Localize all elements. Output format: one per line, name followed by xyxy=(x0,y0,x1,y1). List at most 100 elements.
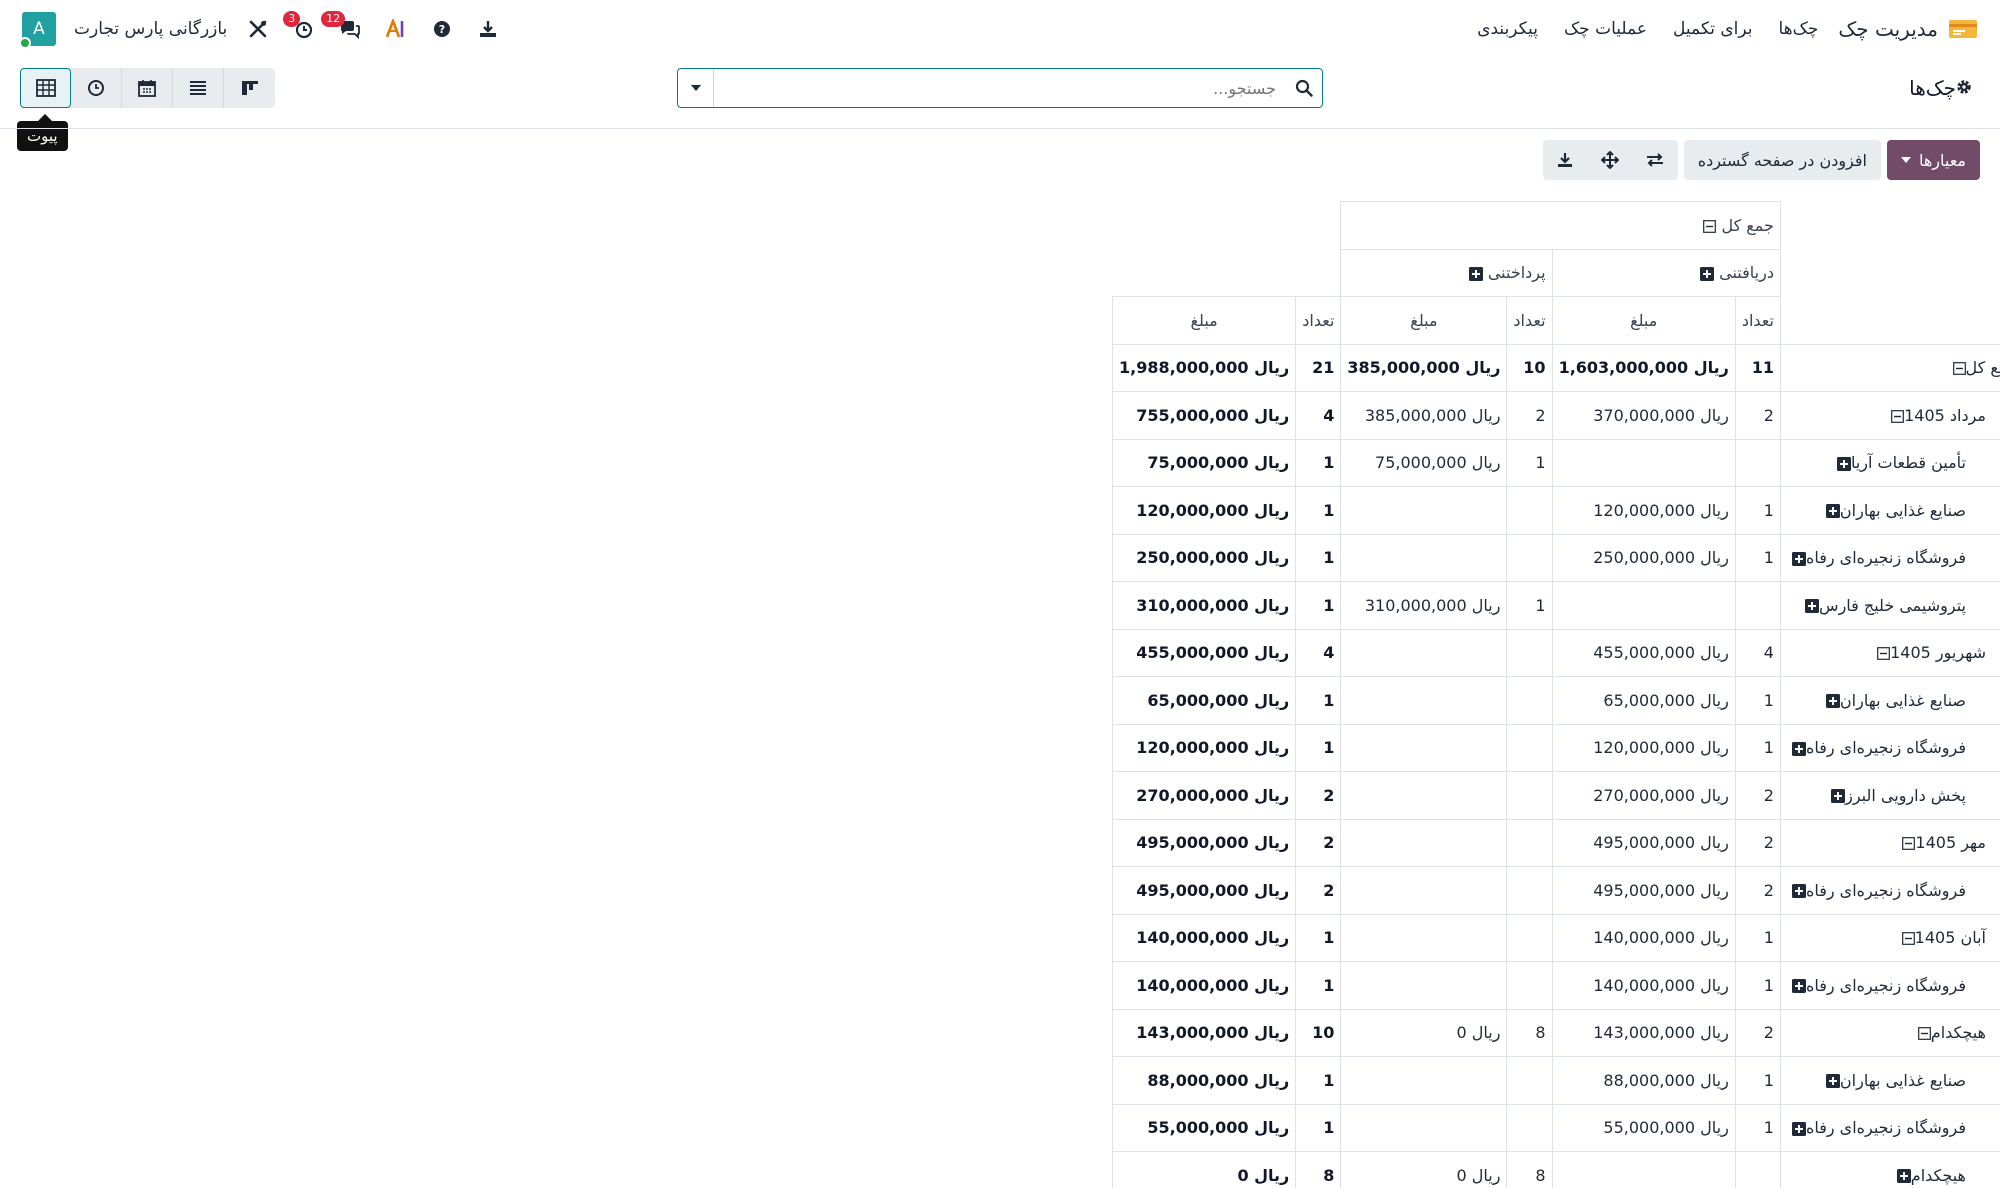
cell-receivable-amount[interactable]: 495,000,000 ریال xyxy=(1551,818,1736,867)
row-header[interactable]: آبان 1405 xyxy=(1779,913,2000,962)
row-header[interactable]: مهر 1405 xyxy=(1779,818,2000,867)
cell-receivable-count[interactable]: 1 xyxy=(1734,676,1781,725)
cell-receivable-amount[interactable]: 140,000,000 ریال xyxy=(1551,913,1736,962)
cell-receivable-amount[interactable]: 143,000,000 ریال xyxy=(1551,1008,1736,1057)
measures-button[interactable]: معیارها xyxy=(1886,140,1980,180)
kanban-view-button[interactable] xyxy=(224,68,275,108)
cell-total-amount[interactable]: 755,000,000 ریال xyxy=(1111,391,1297,440)
cell-payable-amount[interactable] xyxy=(1340,961,1508,1010)
cell-payable-amount[interactable] xyxy=(1340,1103,1508,1152)
cell-total-amount[interactable]: 1,988,000,000 ریال xyxy=(1111,343,1297,392)
cell-total-count[interactable]: 4 xyxy=(1295,391,1342,440)
cell-payable-amount[interactable] xyxy=(1340,771,1508,820)
cell-receivable-amount[interactable]: 140,000,000 ریال xyxy=(1551,961,1736,1010)
cell-receivable-amount[interactable] xyxy=(1551,438,1736,487)
cell-receivable-count[interactable]: 11 xyxy=(1734,343,1781,392)
cell-payable-count[interactable] xyxy=(1506,486,1553,535)
cell-total-amount[interactable]: 88,000,000 ریال xyxy=(1111,1056,1297,1105)
download-xlsx-button[interactable] xyxy=(1542,140,1588,180)
row-header[interactable]: فروشگاه زنجیره‌ای رفاه xyxy=(1779,866,2000,915)
cell-total-amount[interactable]: 65,000,000 ریال xyxy=(1111,676,1297,725)
cell-payable-count[interactable]: 8 xyxy=(1506,1151,1553,1188)
cell-total-amount[interactable]: 250,000,000 ریال xyxy=(1111,533,1297,582)
cell-total-count[interactable]: 1 xyxy=(1295,676,1342,725)
cell-receivable-amount[interactable] xyxy=(1551,1151,1736,1188)
cell-payable-count[interactable] xyxy=(1506,533,1553,582)
cell-total-count[interactable]: 1 xyxy=(1295,438,1342,487)
activity-clock-icon[interactable]: 3 xyxy=(283,11,319,44)
cell-receivable-amount[interactable] xyxy=(1551,581,1736,630)
row-header[interactable]: پتروشیمی خلیج فارس xyxy=(1779,581,2000,630)
cell-receivable-amount[interactable]: 455,000,000 ریال xyxy=(1551,628,1736,677)
cell-receivable-count[interactable]: 1 xyxy=(1734,1103,1781,1152)
measure-header-total-amount[interactable]: مبلغ xyxy=(1111,296,1297,345)
row-header[interactable]: صنایع غذایی بهاران xyxy=(1779,1056,2000,1105)
menu-checks[interactable]: چک‌ها xyxy=(1778,19,1818,39)
measure-header-payable-count[interactable]: تعداد xyxy=(1506,296,1553,345)
cell-receivable-amount[interactable]: 65,000,000 ریال xyxy=(1551,676,1736,725)
cell-payable-count[interactable]: 1 xyxy=(1506,581,1553,630)
calendar-view-button[interactable] xyxy=(122,68,173,108)
cell-total-count[interactable]: 1 xyxy=(1295,913,1342,962)
expand-all-button[interactable] xyxy=(1587,140,1633,180)
col-header-payable[interactable]: پرداختنی xyxy=(1340,248,1553,297)
cell-receivable-count[interactable]: 2 xyxy=(1734,818,1781,867)
cell-payable-count[interactable]: 2 xyxy=(1506,391,1553,440)
row-header[interactable]: فروشگاه زنجیره‌ای رفاه xyxy=(1779,1103,2000,1152)
cell-receivable-count[interactable]: 1 xyxy=(1734,486,1781,535)
cell-receivable-count[interactable]: 1 xyxy=(1734,913,1781,962)
cell-receivable-count[interactable]: 1 xyxy=(1734,723,1781,772)
debug-tools-icon[interactable] xyxy=(243,14,273,44)
checks-app-icon[interactable] xyxy=(1946,16,1980,42)
cell-receivable-count[interactable]: 1 xyxy=(1734,961,1781,1010)
cell-receivable-count[interactable]: 2 xyxy=(1734,771,1781,820)
cell-receivable-count[interactable]: 2 xyxy=(1734,1008,1781,1057)
cell-receivable-count[interactable]: 2 xyxy=(1734,866,1781,915)
row-header[interactable]: هیچکدام xyxy=(1779,1151,2000,1188)
cell-payable-count[interactable] xyxy=(1506,628,1553,677)
row-header[interactable]: فروشگاه زنجیره‌ای رفاه xyxy=(1779,723,2000,772)
search-options-toggle[interactable] xyxy=(678,69,714,107)
download-app-icon[interactable] xyxy=(473,14,503,44)
cell-total-count[interactable]: 2 xyxy=(1295,866,1342,915)
cell-receivable-amount[interactable]: 55,000,000 ریال xyxy=(1551,1103,1736,1152)
row-header[interactable]: پخش دارویی البرز xyxy=(1779,771,2000,820)
cell-payable-amount[interactable]: 0 ریال xyxy=(1340,1008,1508,1057)
cell-payable-amount[interactable] xyxy=(1340,1056,1508,1105)
cell-payable-count[interactable] xyxy=(1506,771,1553,820)
cell-total-amount[interactable]: 143,000,000 ریال xyxy=(1111,1008,1297,1057)
row-header[interactable]: صنایع غذایی بهاران xyxy=(1779,676,2000,725)
cell-total-amount[interactable]: 140,000,000 ریال xyxy=(1111,913,1297,962)
cell-total-amount[interactable]: 75,000,000 ریال xyxy=(1111,438,1297,487)
search-input[interactable] xyxy=(714,70,1286,106)
cell-payable-amount[interactable] xyxy=(1340,913,1508,962)
cell-payable-amount[interactable] xyxy=(1340,818,1508,867)
row-header[interactable]: هیچکدام xyxy=(1779,1008,2000,1057)
measure-header-receivable-amount[interactable]: مبلغ xyxy=(1551,296,1736,345)
insert-spreadsheet-button[interactable]: افزودن در صفحه گسترده xyxy=(1683,140,1881,180)
cell-payable-amount[interactable]: 385,000,000 ریال xyxy=(1340,391,1508,440)
cell-receivable-amount[interactable]: 88,000,000 ریال xyxy=(1551,1056,1736,1105)
gear-icon[interactable] xyxy=(1956,76,1972,100)
row-header[interactable]: مرداد 1405 xyxy=(1779,391,2000,440)
cell-total-amount[interactable]: 120,000,000 ریال xyxy=(1111,723,1297,772)
list-view-button[interactable] xyxy=(173,68,224,108)
cell-receivable-amount[interactable]: 495,000,000 ریال xyxy=(1551,866,1736,915)
cell-payable-amount[interactable] xyxy=(1340,723,1508,772)
row-header[interactable]: شهریور 1405 xyxy=(1779,628,2000,677)
search-icon[interactable] xyxy=(1286,79,1322,97)
cell-payable-amount[interactable] xyxy=(1340,866,1508,915)
cell-receivable-amount[interactable]: 270,000,000 ریال xyxy=(1551,771,1736,820)
cell-payable-amount[interactable]: 75,000,000 ریال xyxy=(1340,438,1508,487)
cell-payable-count[interactable]: 10 xyxy=(1506,343,1553,392)
measure-header-total-count[interactable]: تعداد xyxy=(1295,296,1342,345)
cell-receivable-amount[interactable]: 250,000,000 ریال xyxy=(1551,533,1736,582)
cell-total-count[interactable]: 21 xyxy=(1295,343,1342,392)
cell-total-amount[interactable]: 120,000,000 ریال xyxy=(1111,486,1297,535)
cell-total-count[interactable]: 1 xyxy=(1295,486,1342,535)
app-name[interactable]: مدیریت چک xyxy=(1838,17,1938,41)
cell-receivable-count[interactable]: 1 xyxy=(1734,1056,1781,1105)
cell-total-count[interactable]: 4 xyxy=(1295,628,1342,677)
cell-receivable-count[interactable]: 4 xyxy=(1734,628,1781,677)
cell-payable-count[interactable]: 8 xyxy=(1506,1008,1553,1057)
